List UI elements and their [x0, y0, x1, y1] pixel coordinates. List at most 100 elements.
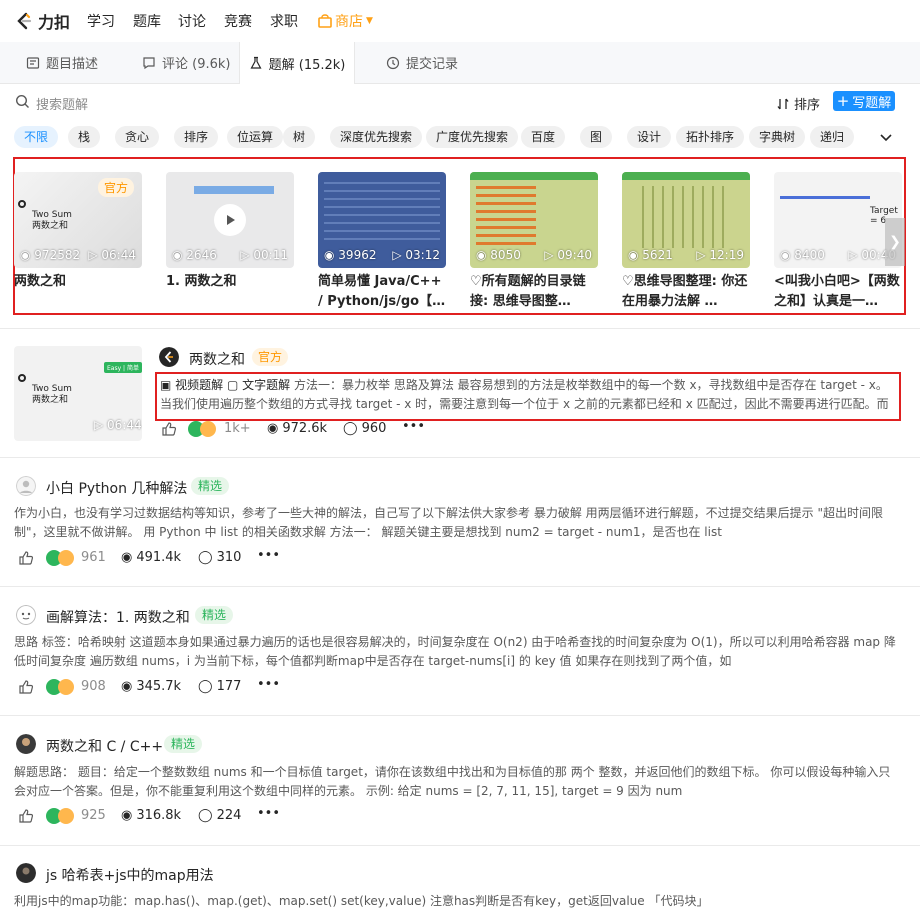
- document-icon: [26, 56, 40, 69]
- video-title[interactable]: 简单易懂 Java/C++ / Python/js/go【…: [318, 272, 446, 312]
- tab-solutions[interactable]: 题解 (15.2k): [239, 42, 355, 84]
- shop-icon: [318, 14, 332, 28]
- post-summary[interactable]: 作为小白，也没有学习过数据结构等知识，参考了一些大神的解法，自己写了以下解法供大…: [14, 504, 898, 542]
- nav-discuss[interactable]: 讨论: [178, 11, 206, 31]
- tag-item[interactable]: 拓扑排序: [676, 126, 745, 148]
- tag-item[interactable]: 设计: [627, 126, 672, 148]
- reactions[interactable]: [46, 679, 74, 695]
- thumb-mindmap-graphic: [476, 186, 536, 246]
- tag-item[interactable]: 百度: [521, 126, 566, 148]
- post-title[interactable]: 两数之和: [189, 349, 245, 369]
- reactions[interactable]: [188, 421, 216, 437]
- comments-stat[interactable]: ◯ 224: [198, 808, 241, 823]
- post-summary[interactable]: 解题思路： 题目：给定一个整数数组 nums 和一个目标值 target，请你在…: [14, 763, 898, 801]
- more-button[interactable]: •••: [257, 548, 280, 563]
- reactions[interactable]: [46, 550, 74, 566]
- photo-avatar[interactable]: [16, 863, 36, 883]
- sketch-avatar[interactable]: [16, 605, 36, 625]
- nav-shop[interactable]: 商店 ▼: [318, 11, 373, 31]
- search-input[interactable]: 搜索题解: [36, 94, 88, 113]
- featured-badge: 精选: [164, 735, 203, 753]
- video-title[interactable]: ♡思维导图整理: 你还在用暴力法解 …: [622, 272, 750, 312]
- tag-item[interactable]: 排序: [174, 126, 219, 148]
- tag-all[interactable]: 不限: [14, 126, 59, 148]
- thumb-header-graphic: [470, 172, 598, 180]
- tag-item[interactable]: 字典树: [749, 126, 806, 148]
- reactions[interactable]: [46, 808, 74, 824]
- logo[interactable]: 力扣: [14, 10, 70, 32]
- difficulty-tag: Easy | 简单: [104, 362, 142, 373]
- tab-description-label: 题目描述: [46, 57, 99, 72]
- tag-item[interactable]: 贪心: [115, 126, 160, 148]
- likes-count: 961: [81, 550, 106, 565]
- video-title[interactable]: <叫我小白吧>【两数之和】认真是一…: [774, 272, 902, 312]
- text-label-text: 文字题解: [242, 378, 291, 392]
- more-button[interactable]: •••: [257, 806, 280, 821]
- more-button[interactable]: •••: [402, 419, 425, 434]
- tag-item[interactable]: 位运算: [227, 126, 284, 148]
- comments-stat[interactable]: ◯ 310: [198, 550, 241, 565]
- tag-item[interactable]: 深度优先搜索: [330, 126, 423, 148]
- like-icon[interactable]: [18, 679, 34, 695]
- like-icon[interactable]: [18, 550, 34, 566]
- more-button[interactable]: •••: [257, 677, 280, 692]
- leetcode-avatar[interactable]: [159, 347, 179, 367]
- write-solution-button[interactable]: + 写题解: [833, 91, 895, 111]
- like-icon[interactable]: [18, 808, 34, 824]
- thumb-code-graphic: [324, 182, 440, 242]
- official-video-thumbnail[interactable]: Easy | 简单 Two Sum 两数之和 ▷ 06:44: [14, 346, 142, 441]
- video-strip-highlight: [13, 157, 906, 315]
- featured-badge: 精选: [191, 477, 230, 495]
- duration: 06:44: [107, 418, 142, 432]
- nav-jobs[interactable]: 求职: [270, 11, 298, 31]
- views-stat: ◉ 8050: [476, 248, 521, 262]
- comment-icon: ◯: [198, 550, 213, 565]
- comments-stat[interactable]: ◯ 177: [198, 679, 241, 694]
- post-summary[interactable]: 利用js中的map功能：map.has()、map.(get)、map.set(…: [14, 892, 898, 912]
- sort-button[interactable]: 排序: [776, 94, 820, 113]
- video-title[interactable]: ♡所有题解的目录链接: 思维导图整…: [470, 272, 598, 312]
- sort-label: 排序: [794, 98, 821, 113]
- sort-icon: [777, 98, 789, 109]
- tab-comments[interactable]: 评论 (9.6k): [142, 42, 230, 83]
- comments-stat[interactable]: ◯ 960: [343, 421, 386, 436]
- like-icon[interactable]: [161, 421, 177, 437]
- tab-submissions[interactable]: 提交记录: [386, 42, 458, 83]
- default-avatar[interactable]: [16, 476, 36, 496]
- carousel-next-button[interactable]: ❯: [885, 218, 905, 266]
- tag-item[interactable]: 广度优先搜索: [426, 126, 519, 148]
- clock-icon: [386, 56, 400, 69]
- tab-description[interactable]: 题目描述: [26, 42, 98, 83]
- eye-icon: ◉: [267, 421, 279, 436]
- eye-icon: ◉: [121, 679, 133, 694]
- video-thumbnail: ◉ 39962 ▷ 03:12: [318, 172, 446, 268]
- tag-item[interactable]: 树: [283, 126, 316, 148]
- video-title[interactable]: 两数之和: [14, 272, 142, 292]
- nav-learn[interactable]: 学习: [87, 11, 115, 31]
- photo-avatar[interactable]: [16, 734, 36, 754]
- post-summary[interactable]: ▣ 视频题解 ▢ 文字题解 方法一：暴力枚举 思路及算法 最容易想到的方法是枚举…: [160, 376, 897, 414]
- emoji-reaction-icon: [58, 550, 74, 566]
- views-stat: ◉ 972582: [20, 248, 81, 262]
- comments-count: 177: [216, 679, 242, 694]
- tag-item[interactable]: 图: [580, 126, 613, 148]
- nav-problems[interactable]: 题库: [133, 11, 161, 31]
- post-summary[interactable]: 思路 标签：哈希映射 这道题本身如果通过暴力遍历的话也是很容易解决的，时间复杂度…: [14, 633, 898, 671]
- post-title[interactable]: 两数之和 C / C++: [46, 736, 163, 756]
- post-title[interactable]: 小白 Python 几种解法: [46, 478, 187, 498]
- expand-tags-chevron-icon[interactable]: [878, 130, 894, 146]
- video-title[interactable]: 1. 两数之和: [166, 272, 294, 292]
- thumb-array-graphic: [194, 186, 274, 194]
- tab-submissions-label: 提交记录: [406, 57, 459, 72]
- play-icon[interactable]: [214, 204, 246, 236]
- tag-item[interactable]: 递归: [810, 126, 855, 148]
- post-title[interactable]: 画解算法：1. 两数之和: [46, 607, 190, 627]
- post-title[interactable]: js 哈希表+js中的map用法: [46, 865, 214, 885]
- emoji-reaction-icon: [200, 421, 216, 437]
- chevron-down-icon: ▼: [366, 16, 373, 26]
- duration-stat: ▷ 03:12: [392, 248, 440, 262]
- nav-contest[interactable]: 竞赛: [224, 11, 252, 31]
- tag-item[interactable]: 栈: [68, 126, 101, 148]
- comment-icon: ◯: [198, 808, 213, 823]
- comments-count: 960: [361, 421, 387, 436]
